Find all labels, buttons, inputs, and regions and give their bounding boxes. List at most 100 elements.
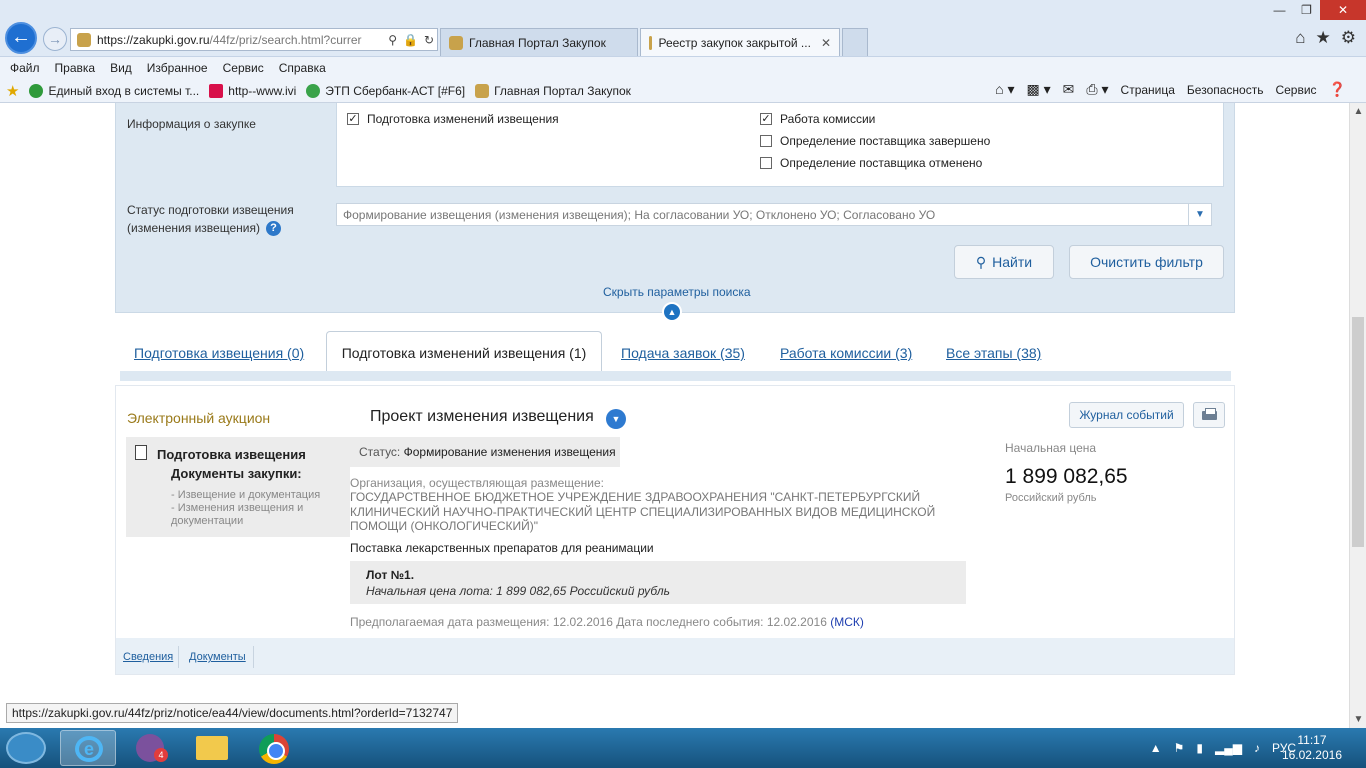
refresh-icon[interactable]: ↻ <box>424 33 434 47</box>
menu-favorites[interactable]: Избранное <box>147 61 208 75</box>
chevron-down-icon[interactable]: ▼ <box>1188 203 1212 226</box>
tab-notice-preparation[interactable]: Подготовка извещения (0) <box>134 345 304 361</box>
power-icon[interactable]: ▮ <box>1196 741 1203 755</box>
page-menu[interactable]: Страница <box>1121 83 1175 97</box>
org-label: Организация, осуществляющая размещение: <box>350 476 604 490</box>
doc-link-changes[interactable]: - Изменения извещения и <box>171 502 303 515</box>
menu-file[interactable]: Файл <box>10 61 40 75</box>
new-tab-button[interactable] <box>842 28 868 56</box>
result-tabs: Подготовка извещения (0) Подготовка изме… <box>115 331 1235 371</box>
checkbox-supplier-finished[interactable]: Определение поставщика завершено <box>760 134 990 148</box>
gear-icon[interactable]: ⚙ <box>1341 28 1356 48</box>
chevron-up-icon[interactable]: ▲ <box>662 302 682 322</box>
menu-bar: Файл Правка Вид Избранное Сервис Справка <box>0 57 1366 79</box>
msk-link[interactable]: (МСК) <box>830 615 864 629</box>
home-icon[interactable]: ⌂ ▾ <box>995 81 1014 98</box>
favorites-star-icon[interactable]: ★ <box>1316 28 1331 48</box>
price-currency: Российский рубль <box>1005 492 1097 504</box>
address-url: https://zakupki.gov.ru/44fz/priz/search.… <box>97 32 362 47</box>
menu-tools[interactable]: Сервис <box>223 61 264 75</box>
documents-link[interactable]: Документы <box>189 651 246 663</box>
stage-checkbox-box: ✓ Подготовка изменений извещения ✓ Работ… <box>336 103 1224 187</box>
menu-help[interactable]: Справка <box>279 61 326 75</box>
purchase-subject[interactable]: Поставка лекарственных препаратов для ре… <box>350 541 654 555</box>
price-value: 1 899 082,65 <box>1005 465 1128 488</box>
checkbox-commission[interactable]: ✓ Работа комиссии <box>760 112 875 126</box>
footer-divider <box>253 646 254 668</box>
tab-commission[interactable]: Работа комиссии (3) <box>780 345 912 361</box>
search-icon[interactable]: ⚲ <box>388 33 397 47</box>
close-tab-icon[interactable]: ✕ <box>821 36 831 50</box>
lock-icon[interactable]: 🔒 <box>403 33 418 47</box>
folder-icon <box>196 736 228 760</box>
tray-expand-icon[interactable]: ▲ <box>1150 741 1162 755</box>
print-icon[interactable]: ⎙ ▾ <box>1086 81 1108 98</box>
forward-button[interactable]: → <box>43 27 67 51</box>
favorite-item[interactable]: ЭТП Сбербанк-АСТ [#F6] <box>306 83 465 98</box>
tab-applications[interactable]: Подача заявок (35) <box>621 345 745 361</box>
checkbox-supplier-cancelled[interactable]: Определение поставщика отменено <box>760 156 982 170</box>
scroll-up-icon[interactable]: ▲ <box>1350 103 1366 120</box>
status-select[interactable]: Формирование извещения (изменения извеще… <box>336 203 1212 226</box>
favorite-item[interactable]: http--www.ivi <box>209 83 296 98</box>
scroll-down-icon[interactable]: ▼ <box>1350 711 1366 728</box>
doc-link-changes-cont[interactable]: документации <box>171 515 243 528</box>
clock[interactable]: 11:17 16.02.2016 <box>1282 733 1342 763</box>
checkbox-notice-changes[interactable]: ✓ Подготовка изменений извещения <box>347 112 559 126</box>
docs-heading: Документы закупки: <box>171 466 302 481</box>
org-name[interactable]: ГОСУДАРСТВЕННОЕ БЮДЖЕТНОЕ УЧРЕЖДЕНИЕ ЗДР… <box>350 490 972 534</box>
flag-icon[interactable]: ⚑ <box>1174 741 1185 755</box>
address-bar[interactable]: https://zakupki.gov.ru/44fz/priz/search.… <box>70 28 438 51</box>
menu-view[interactable]: Вид <box>110 61 132 75</box>
scroll-thumb[interactable] <box>1352 317 1364 547</box>
event-journal-button[interactable]: Журнал событий <box>1069 402 1184 428</box>
lot-price: Начальная цена лота: 1 899 082,65 Россий… <box>366 584 670 598</box>
home-icon[interactable]: ⌂ <box>1295 28 1305 48</box>
help-icon[interactable]: ❓ <box>1329 81 1346 98</box>
tab-registry[interactable]: Реестр закупок закрытой ... ✕ <box>640 28 840 56</box>
maximize-button[interactable]: ❐ <box>1293 0 1320 20</box>
close-window-button[interactable]: ✕ <box>1320 0 1366 20</box>
checkbox-empty-icon <box>760 135 772 147</box>
tab-main-portal[interactable]: Главная Портал Закупок <box>440 28 638 56</box>
menu-edit[interactable]: Правка <box>55 61 96 75</box>
print-icon[interactable] <box>1193 402 1225 428</box>
system-tray: ▲ ⚑ ▮ ▂▄▆ ♪ РУС <box>1150 741 1296 755</box>
taskbar-explorer[interactable] <box>184 730 240 766</box>
rss-icon[interactable]: ▩ ▾ <box>1027 81 1051 98</box>
project-title: Проект изменения извещения <box>370 408 594 425</box>
volume-icon[interactable]: ♪ <box>1254 741 1260 755</box>
clipboard-icon <box>135 445 147 460</box>
tabs-strip <box>120 371 1231 381</box>
status-bar-url: https://zakupki.gov.ru/44fz/priz/notice/… <box>6 703 459 723</box>
vertical-scrollbar[interactable]: ▲ ▼ <box>1349 103 1366 728</box>
hide-search-params-link[interactable]: Скрыть параметры поиска <box>603 285 751 299</box>
mail-icon[interactable]: ✉ <box>1063 81 1075 98</box>
tab-notice-changes[interactable]: Подготовка изменений извещения (1) <box>326 331 602 371</box>
chrome-icon <box>259 734 289 764</box>
security-menu[interactable]: Безопасность <box>1187 83 1264 97</box>
favorite-item[interactable]: Единый вход в системы т... <box>29 83 199 98</box>
minimize-button[interactable]: — <box>1266 0 1293 20</box>
tab-all-stages[interactable]: Все этапы (38) <box>946 345 1041 361</box>
taskbar: e 4 ▲ ⚑ ▮ ▂▄▆ ♪ РУС 11:17 16.02.2016 <box>0 728 1366 768</box>
favorites-add-icon[interactable]: ★ <box>6 82 19 100</box>
chevron-down-icon[interactable]: ▼ <box>606 409 626 429</box>
site-crest-icon <box>449 35 463 50</box>
internet-explorer-icon: e <box>75 736 103 762</box>
find-button[interactable]: ⚲ Найти <box>954 245 1054 279</box>
details-link[interactable]: Сведения <box>123 651 173 663</box>
taskbar-viber[interactable]: 4 <box>122 730 178 766</box>
network-signal-icon[interactable]: ▂▄▆ <box>1215 741 1242 755</box>
help-icon[interactable]: ? <box>265 221 281 237</box>
doc-link-notice[interactable]: - Извещение и документация <box>171 489 320 502</box>
page-content: Информация о закупке ✓ Подготовка измене… <box>0 103 1349 728</box>
taskbar-chrome[interactable] <box>246 730 302 766</box>
taskbar-ie[interactable]: e <box>60 730 116 766</box>
service-menu[interactable]: Сервис <box>1275 83 1316 97</box>
status-badge: Статус: Формирование изменения извещения <box>350 437 620 467</box>
favorite-item[interactable]: Главная Портал Закупок <box>475 83 631 98</box>
clear-filter-button[interactable]: Очистить фильтр <box>1069 245 1224 279</box>
start-button[interactable] <box>6 732 46 764</box>
back-button[interactable]: ← <box>5 22 37 54</box>
